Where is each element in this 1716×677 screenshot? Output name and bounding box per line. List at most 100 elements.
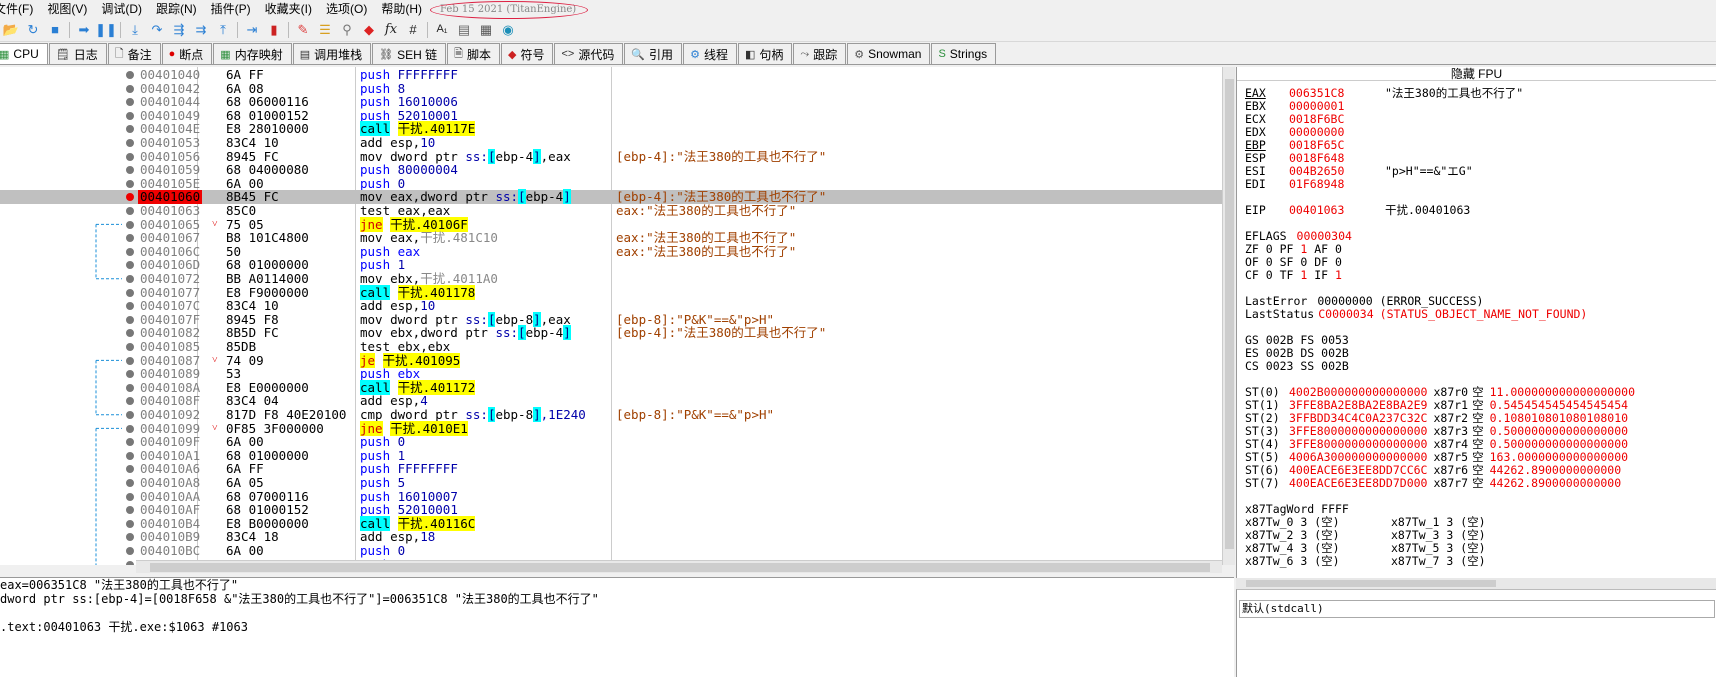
disasm-row[interactable]: 0040107F 8945 F8 mov dword ptr ss:[ebp-8],…	[0, 311, 1222, 327]
disasm-vertical-scrollbar[interactable]	[1222, 67, 1235, 565]
patch-icon[interactable]: ✎	[292, 20, 314, 40]
segment-text[interactable]: CS 0023 SS 002B	[1245, 359, 1349, 373]
breakpoint-dot[interactable]	[126, 465, 134, 474]
disasm-row[interactable]: 00401087 ˅ 74 09 je 干扰.401095	[0, 352, 1222, 368]
breakpoint-dot[interactable]	[126, 111, 134, 120]
disasm-row[interactable]: 0040105E 6A 00 push 0	[0, 176, 1222, 191]
disasm-row[interactable]: 00401077 E8 F9000000 call 干扰.401178	[0, 284, 1222, 300]
breakpoint-dot[interactable]	[126, 261, 134, 270]
menu-item[interactable]: 帮助(H)	[369, 0, 428, 18]
tab-CPU[interactable]: ▦ CPU	[0, 43, 48, 64]
step-over-icon[interactable]: ↷	[146, 20, 168, 40]
breakpoint-dot[interactable]	[126, 179, 134, 188]
fpu-st-raw[interactable]: 4006A300000000000000	[1289, 450, 1427, 464]
breakpoint-dot[interactable]	[126, 166, 134, 175]
comment-icon[interactable]: ☰	[314, 20, 336, 40]
fpu-value[interactable]: 44262.8900000000000	[1490, 463, 1622, 477]
disasm-row[interactable]: 0040108A E8 E0000000 call 干扰.401172	[0, 379, 1222, 395]
tab-SEH 链[interactable]: ⛓ SEH 链	[372, 43, 447, 64]
disasm-row[interactable]: 0040106C 50 push eax eax:"法王380的工具也不行了"	[0, 244, 1222, 259]
function-icon[interactable]: fx	[380, 20, 402, 40]
flags-text[interactable]: CF 0 TF 1 IF 1	[1245, 268, 1342, 282]
disasm-row[interactable]: 00401044 68 06000116 push 16010006	[0, 95, 1222, 109]
disasm-row[interactable]: 004010B4 E8 B0000000 call 干扰.40116C	[0, 515, 1222, 531]
disasm-row[interactable]: 0040109F 6A 00 push 0	[0, 435, 1222, 449]
disasm-row[interactable]: 00401072 BB A0114000 mov ebx,干扰.4011A0	[0, 272, 1222, 286]
breakpoint-dot[interactable]	[126, 98, 134, 107]
scylla-icon[interactable]: ▮	[263, 20, 285, 40]
register-value[interactable]: 00000000 (ERROR_SUCCESS)	[1317, 294, 1483, 308]
tab-Snowman[interactable]: ⚙ Snowman	[847, 43, 931, 64]
run-to-user-code-icon[interactable]: ⇥	[241, 20, 263, 40]
disasm-row[interactable]: 00401082 8B5D FC mov ebx,dword ptr ss:[ebp…	[0, 325, 1222, 341]
breakpoint-dot[interactable]	[126, 479, 134, 487]
breakpoint-dot[interactable]	[126, 234, 134, 243]
breakpoint-dot[interactable]	[126, 370, 134, 379]
disasm-row[interactable]: 00401092 817D F8 40E20100 cmp dword ptr ss…	[0, 407, 1222, 422]
breakpoint-dot[interactable]	[126, 302, 134, 311]
scroll-thumb[interactable]	[1246, 580, 1496, 587]
tab-符号[interactable]: ◆ 符号	[500, 43, 554, 64]
step-into-icon[interactable]: ⤓	[124, 20, 146, 40]
tab-源代码[interactable]: <> 源代码	[554, 43, 624, 64]
breakpoint-dot[interactable]	[126, 383, 134, 392]
breakpoint-dot[interactable]	[126, 125, 134, 134]
scroll-thumb[interactable]	[150, 563, 1210, 572]
breakpoint-dot[interactable]	[126, 275, 134, 283]
pause-icon[interactable]: ❚❚	[95, 20, 117, 40]
disasm-row[interactable]: 004010A6 6A FF push FFFFFFFF	[0, 462, 1222, 476]
trace-into-icon[interactable]: ⇶	[168, 20, 190, 40]
breakpoint-dot[interactable]	[126, 71, 134, 79]
disasm-row[interactable]: 00401089 53 push ebx	[0, 367, 1222, 381]
disasm-row[interactable]: 00401059 68 04000080 push 80000004	[0, 163, 1222, 177]
breakpoint-dot[interactable]	[126, 533, 134, 542]
disasm-row[interactable]: 00401042 6A 08 push 8	[0, 81, 1222, 96]
disasm-row[interactable]: 0040104E E8 28010000 call 干扰.40117E	[0, 121, 1222, 137]
disasm-row[interactable]: 004010BC 6A 00 push 0	[0, 544, 1222, 558]
tagword-text[interactable]: x87TagWord FFFF	[1245, 502, 1349, 516]
breakpoint-dot[interactable]	[126, 288, 134, 297]
breakpoint-dot[interactable]	[126, 356, 134, 365]
disasm-row[interactable]: 004010A8 6A 05 push 5	[0, 476, 1222, 490]
tab-调用堆栈[interactable]: ▤ 调用堆栈	[292, 43, 372, 64]
flags-text[interactable]: OF 0 SF 0 DF 0	[1245, 255, 1342, 269]
disasm-row[interactable]: 004010B9 83C4 18 add esp,18	[0, 530, 1222, 544]
register-value[interactable]: C0000034	[1318, 307, 1373, 321]
tw-text[interactable]: x87Tw_3 3 (空)	[1391, 528, 1486, 542]
menu-item[interactable]: 视图(V)	[35, 0, 93, 18]
breakpoint-dot[interactable]	[126, 207, 134, 215]
font-icon[interactable]: A₁	[431, 20, 453, 40]
breakpoint-dot[interactable]	[126, 411, 134, 419]
tab-断点[interactable]: ● 断点	[161, 43, 213, 64]
breakpoint-dot[interactable]	[126, 329, 134, 338]
breakpoint-dot[interactable]	[126, 247, 134, 256]
bookmark-icon[interactable]: ⚲	[336, 20, 358, 40]
open-icon[interactable]: 📂	[0, 20, 22, 40]
disasm-row[interactable]: 004010AF 68 01000152 push 52010001	[0, 503, 1222, 517]
fpu-st-raw[interactable]: 3FFE8000000000000000	[1289, 437, 1427, 451]
breakpoint-dot[interactable]	[126, 519, 134, 528]
tw-text[interactable]: x87Tw_1 3 (空)	[1391, 515, 1486, 529]
fpu-value[interactable]: 0.545454545454545454	[1490, 398, 1628, 412]
fpu-value[interactable]: 0.500000000000000000	[1490, 437, 1628, 451]
fpu-value[interactable]: 0.500000000000000000	[1490, 424, 1628, 438]
breakpoint-dot[interactable]	[126, 397, 134, 406]
disasm-row[interactable]: 00401040 6A FF push FFFFFFFF	[0, 68, 1222, 82]
tab-日志[interactable]: 🗒 日志	[48, 43, 107, 64]
breakpoint-dot[interactable]	[126, 547, 134, 555]
breakpoint-dot[interactable]	[126, 438, 134, 447]
fpu-value[interactable]: 44262.8900000000000	[1490, 476, 1622, 490]
scroll-thumb[interactable]	[1225, 79, 1234, 549]
disasm-row[interactable]: 0040106D 68 01000000 push 1	[0, 258, 1222, 272]
registers-horizontal-scrollbar[interactable]	[1236, 578, 1716, 589]
breakpoint-dot[interactable]	[126, 343, 134, 351]
menu-item[interactable]: 收藏夹(I)	[253, 0, 318, 18]
segment-text[interactable]: GS 002B FS 0053	[1245, 333, 1349, 347]
tab-线程[interactable]: ⚙ 线程	[683, 43, 737, 64]
disasm-row[interactable]: 00401067 B8 101C4800 mov eax,干扰.481C10 eax:…	[0, 231, 1222, 245]
register-value[interactable]: 00000304	[1297, 229, 1352, 243]
fpu-st-raw[interactable]: 400EACE6E3EE8DD7CC6C	[1289, 463, 1427, 477]
breakpoint-dot[interactable]	[126, 139, 134, 147]
disasm-row[interactable]: 00401060 8B45 FC mov eax,dword ptr ss:[ebp…	[0, 189, 1222, 205]
disasm-row[interactable]: 00401049 68 01000152 push 52010001	[0, 108, 1222, 123]
